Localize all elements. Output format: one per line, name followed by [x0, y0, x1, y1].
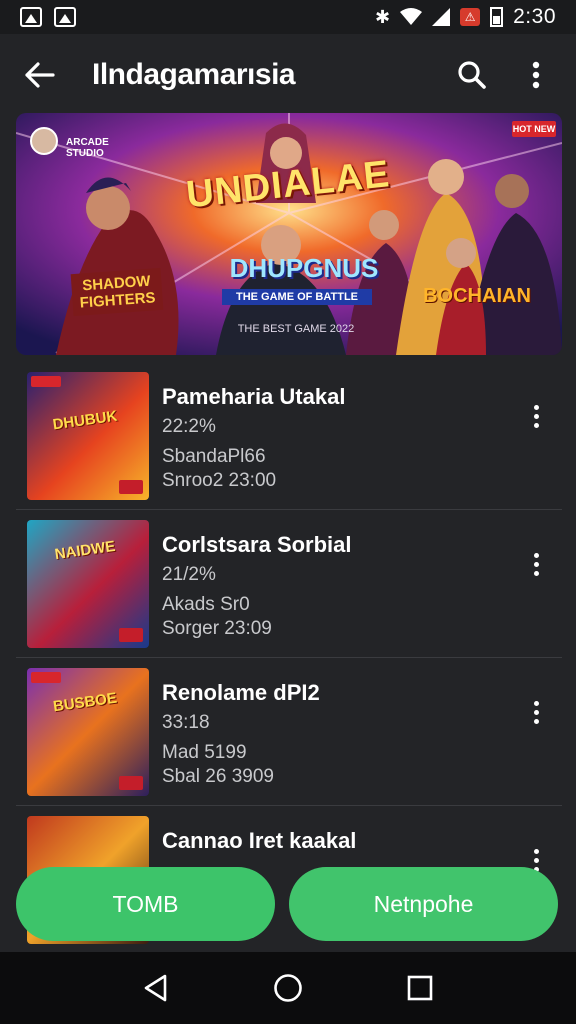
game-meta-2: Akads Sr0	[162, 594, 250, 615]
list-item[interactable]: BUSBOE Renolame dPI2 33:18 Mad 5199 Sbal…	[16, 658, 562, 806]
game-meta-1: 33:18	[162, 712, 210, 733]
game-title: Corlstsara Sorbial	[162, 532, 352, 557]
item-more-button[interactable]	[524, 398, 548, 434]
square-recents-icon	[407, 975, 433, 1001]
banner-badge: HOT NEW	[512, 121, 556, 137]
more-vert-icon	[533, 552, 539, 558]
list-item[interactable]: DHUBUK Pameharia Utakal 22:2% SbandaPl66…	[16, 362, 562, 510]
game-meta-3: Sorger 23:09	[162, 618, 272, 639]
banner-right-label: BOCHAIAN	[423, 285, 531, 307]
triangle-back-icon	[144, 974, 167, 1002]
game-meta-1: 22:2%	[162, 416, 216, 437]
thumbnail-label: BUSBOE	[52, 689, 118, 716]
back-arrow-icon	[25, 62, 55, 88]
more-vert-icon	[532, 61, 540, 89]
item-more-button[interactable]	[524, 694, 548, 730]
banner-tagline: THE GAME OF BATTLE	[222, 289, 372, 305]
app-bar: Ilndagamarısia	[0, 34, 576, 116]
game-meta-3: Snroo2 23:00	[162, 470, 277, 491]
search-icon	[458, 61, 486, 89]
item-more-button[interactable]	[524, 546, 548, 582]
left-action-button[interactable]: TOMB	[16, 867, 275, 941]
game-meta-2: Mad 5199	[162, 742, 247, 763]
image-notification-icon	[20, 7, 42, 27]
wifi-icon	[400, 8, 423, 25]
game-title: Cannao Iret kaakal	[162, 828, 357, 853]
game-title: Pameharia Utakal	[162, 384, 346, 409]
system-nav-bar	[0, 952, 576, 1024]
game-meta-2: SbandaPl66	[162, 446, 266, 467]
photo-notification-icon	[54, 7, 76, 27]
search-button[interactable]	[454, 57, 490, 93]
thumbnail-label: DHUBUK	[51, 407, 119, 434]
alert-icon: ⚠	[460, 8, 481, 26]
featured-banner[interactable]: UNDIALAE DHUPGNUS THE GAME OF BATTLE SHA…	[16, 113, 562, 355]
thumbnail-label: NAIDWE	[53, 537, 117, 564]
publisher-name: ARCADE STUDIO	[66, 137, 109, 159]
back-button[interactable]	[22, 57, 58, 93]
game-title: Renolame dPI2	[162, 680, 320, 705]
thumbnail-flag	[31, 672, 61, 683]
thumbnail-corner-badge	[119, 776, 143, 790]
game-thumbnail: BUSBOE	[27, 668, 149, 796]
more-vert-icon	[533, 848, 539, 854]
banner-left-label: SHADOW FIGHTERS	[70, 267, 164, 317]
nav-home-button[interactable]	[266, 966, 310, 1010]
nav-back-button[interactable]	[134, 966, 178, 1010]
game-meta-1: 21/2%	[162, 564, 216, 585]
thumbnail-flag	[31, 376, 61, 387]
right-action-button[interactable]: Netnpohe	[289, 867, 558, 941]
thumbnail-corner-badge	[119, 628, 143, 642]
battery-icon	[490, 7, 504, 27]
circle-home-icon	[274, 974, 302, 1002]
game-thumbnail: DHUBUK	[27, 372, 149, 500]
nav-recents-button[interactable]	[398, 966, 442, 1010]
more-vert-icon	[533, 404, 539, 410]
page-title: Ilndagamarısia	[92, 58, 296, 91]
bluetooth-icon: ✱	[375, 7, 391, 27]
more-vert-icon	[533, 700, 539, 706]
bottom-actions: TOMB Netnpohe	[0, 856, 576, 952]
status-bar: ✱ ⚠ 2:30	[0, 0, 576, 34]
game-meta-3: Sbal 26 3909	[162, 766, 274, 787]
game-thumbnail: NAIDWE	[27, 520, 149, 648]
overflow-menu-button[interactable]	[518, 57, 554, 93]
banner-logo: DHUPGNUS	[229, 253, 379, 283]
thumbnail-corner-badge	[119, 480, 143, 494]
banner-credits: THE BEST GAME 2022	[237, 323, 355, 335]
list-item[interactable]: NAIDWE Corlstsara Sorbial 21/2% Akads Sr…	[16, 510, 562, 658]
signal-icon	[432, 8, 451, 26]
status-time: 2:30	[513, 5, 556, 28]
